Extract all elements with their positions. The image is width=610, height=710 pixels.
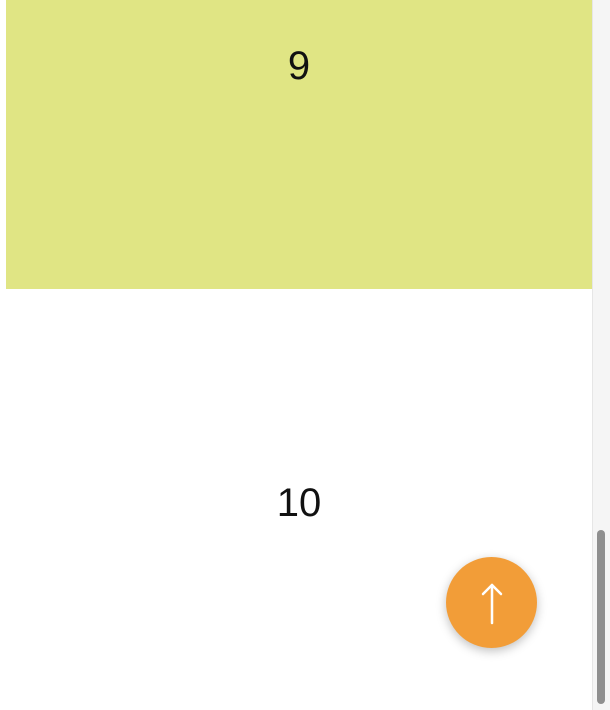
section-number: 9: [287, 44, 311, 88]
section-number: 10: [276, 481, 322, 525]
section-card-9: 9: [6, 0, 592, 289]
scroll-to-top-button[interactable]: [446, 557, 537, 648]
arrow-up-icon: [481, 583, 502, 624]
scrollbar-thumb[interactable]: [597, 530, 605, 704]
vertical-scrollbar[interactable]: [592, 0, 610, 710]
page-viewport: 9 10: [0, 0, 610, 710]
